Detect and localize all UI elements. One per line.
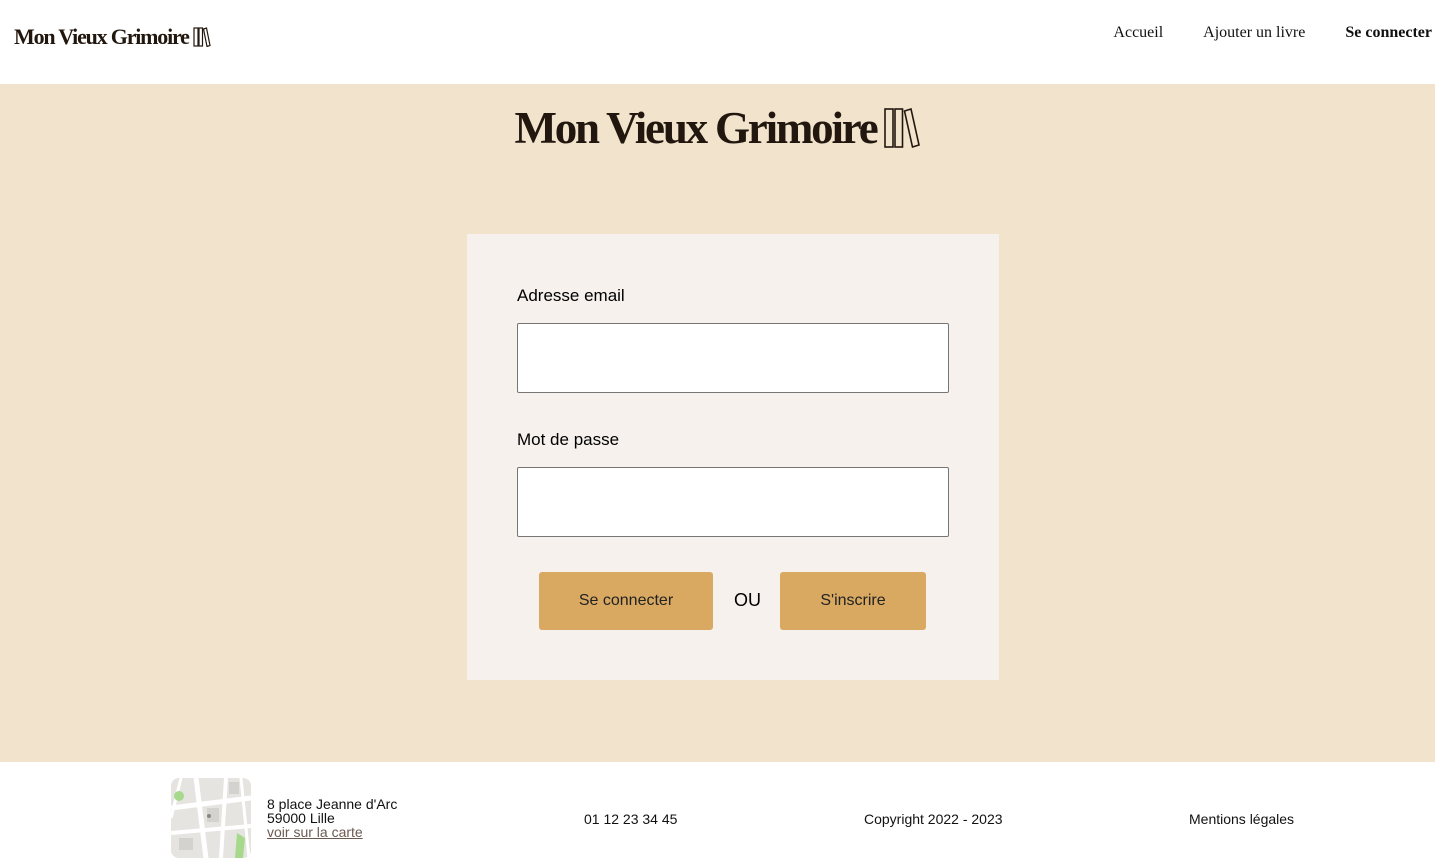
footer-copyright: Copyright 2022 - 2023	[864, 811, 1003, 827]
legal-link[interactable]: Mentions légales	[1189, 811, 1294, 827]
footer-address: 8 place Jeanne d'Arc 59000 Lille voir su…	[267, 797, 397, 839]
password-field[interactable]	[517, 467, 949, 537]
hero-logo: Mon Vieux Grimoire	[0, 102, 1435, 154]
main-nav: Accueil Ajouter un livre Se connecter	[1113, 24, 1432, 42]
email-field[interactable]	[517, 323, 949, 393]
nav-item-accueil[interactable]: Accueil	[1113, 24, 1163, 42]
login-button[interactable]: Se connecter	[539, 572, 713, 630]
email-label: Adresse email	[517, 286, 625, 305]
hero-brand-name: Mon Vieux Grimoire	[514, 103, 878, 153]
header-logo-link[interactable]: Mon Vieux Grimoire	[14, 24, 211, 50]
address-line1: 8 place Jeanne d'Arc	[267, 796, 398, 812]
or-separator: OU	[734, 590, 761, 610]
address-line2: 59000 Lille	[267, 810, 335, 826]
map-link[interactable]: voir sur la carte	[267, 824, 363, 840]
nav-item-ajouter-livre[interactable]: Ajouter un livre	[1203, 24, 1305, 42]
site-header: Mon Vieux Grimoire Accueil Ajouter un li…	[0, 0, 1435, 84]
books-icon	[883, 107, 920, 149]
site-footer: 8 place Jeanne d'Arc 59000 Lille voir su…	[0, 762, 1435, 863]
books-icon	[193, 27, 211, 47]
signup-button[interactable]: S'inscrire	[780, 572, 926, 630]
footer-phone: 01 12 23 34 45	[584, 811, 678, 827]
nav-item-se-connecter[interactable]: Se connecter	[1345, 24, 1432, 42]
main-section: Mon Vieux Grimoire Adresse email Mot de …	[0, 84, 1435, 762]
header-brand-name: Mon Vieux Grimoire	[14, 24, 190, 49]
login-card: Adresse email Mot de passe Se connecter …	[467, 234, 999, 680]
map-thumbnail[interactable]	[171, 778, 251, 858]
password-label: Mot de passe	[517, 430, 620, 449]
